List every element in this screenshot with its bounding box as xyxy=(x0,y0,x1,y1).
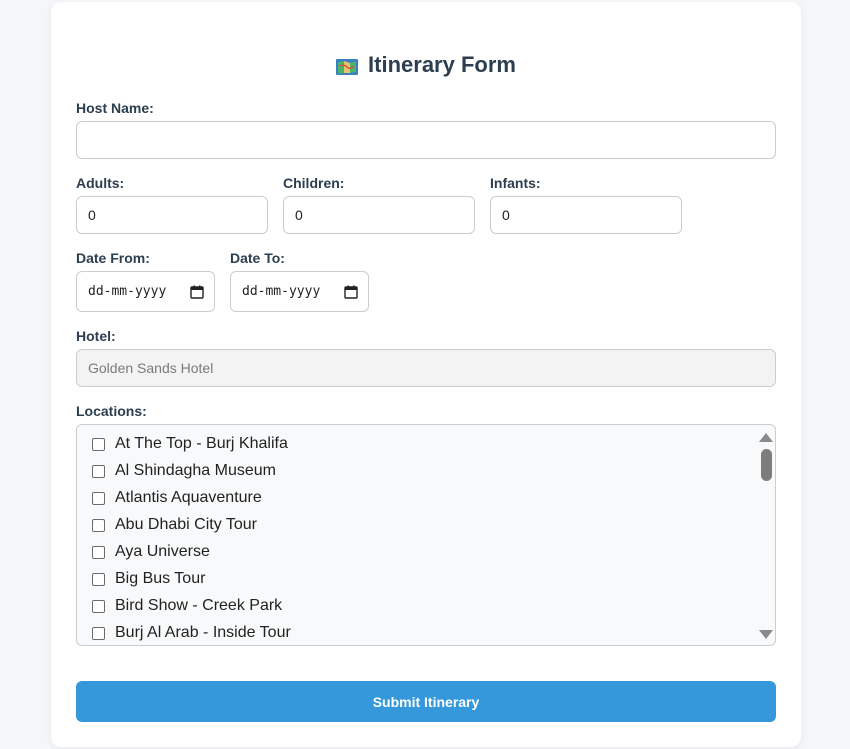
children-input[interactable]: 0 xyxy=(283,196,475,234)
date-to-input[interactable]: dd-mm-yyyy xyxy=(230,271,369,312)
location-checkbox[interactable] xyxy=(92,572,105,586)
location-label: Atlantis Aquaventure xyxy=(115,489,262,506)
location-checkbox[interactable] xyxy=(92,518,105,532)
date-to-label: Date To: xyxy=(230,250,285,266)
form-title-row: Itinerary Form xyxy=(51,52,801,78)
location-label: At The Top - Burj Khalifa xyxy=(115,435,288,452)
location-checkbox[interactable] xyxy=(92,626,105,640)
location-label: Abu Dhabi City Tour xyxy=(115,516,257,533)
location-label: Al Shindagha Museum xyxy=(115,462,276,479)
submit-itinerary-button[interactable]: Submit Itinerary xyxy=(76,681,776,722)
date-from-label: Date From: xyxy=(76,250,150,266)
location-item[interactable]: Al Shindagha Museum xyxy=(92,462,276,480)
date-from-placeholder: dd-mm-yyyy xyxy=(88,284,167,299)
scrollbar-thumb[interactable] xyxy=(761,449,772,481)
location-label: Big Bus Tour xyxy=(115,570,206,587)
location-checkbox[interactable] xyxy=(92,437,105,451)
date-from-input[interactable]: dd-mm-yyyy xyxy=(76,271,215,312)
location-label: Bird Show - Creek Park xyxy=(115,597,283,614)
scroll-down-arrow-icon[interactable] xyxy=(759,630,773,639)
children-label: Children: xyxy=(283,175,345,191)
location-checkbox[interactable] xyxy=(92,545,105,559)
itinerary-form-card: Itinerary Form Host Name: Adults: 0 Chil… xyxy=(51,2,801,747)
location-item[interactable]: Aya Universe xyxy=(92,543,210,561)
location-item[interactable]: At The Top - Burj Khalifa xyxy=(92,435,288,453)
location-item[interactable]: Abu Dhabi City Tour xyxy=(92,516,257,534)
location-item[interactable]: Burj Al Arab - Inside Tour xyxy=(92,624,291,642)
location-item[interactable]: Bird Show - Creek Park xyxy=(92,597,282,615)
hotel-label: Hotel: xyxy=(76,328,116,344)
location-checkbox[interactable] xyxy=(92,599,105,613)
location-checkbox[interactable] xyxy=(92,464,105,478)
date-to-placeholder: dd-mm-yyyy xyxy=(242,284,321,299)
locations-list[interactable]: At The Top - Burj Khalifa Al Shindagha M… xyxy=(76,424,776,646)
location-label: Aya Universe xyxy=(115,543,210,560)
hotel-input: Golden Sands Hotel xyxy=(76,349,776,387)
infants-input[interactable]: 0 xyxy=(490,196,682,234)
host-name-label: Host Name: xyxy=(76,100,154,116)
form-title: Itinerary Form xyxy=(368,52,516,77)
locations-label: Locations: xyxy=(76,403,147,419)
adults-input[interactable]: 0 xyxy=(76,196,268,234)
adults-label: Adults: xyxy=(76,175,125,191)
map-icon xyxy=(336,56,359,75)
location-item[interactable]: Big Bus Tour xyxy=(92,570,205,588)
location-checkbox[interactable] xyxy=(92,491,105,505)
calendar-icon[interactable] xyxy=(190,285,204,299)
scroll-up-arrow-icon[interactable] xyxy=(759,433,773,442)
location-label: Burj Al Arab - Inside Tour xyxy=(115,624,291,641)
host-name-input[interactable] xyxy=(76,121,776,159)
calendar-icon[interactable] xyxy=(344,285,358,299)
location-item[interactable]: Atlantis Aquaventure xyxy=(92,489,262,507)
infants-label: Infants: xyxy=(490,175,541,191)
